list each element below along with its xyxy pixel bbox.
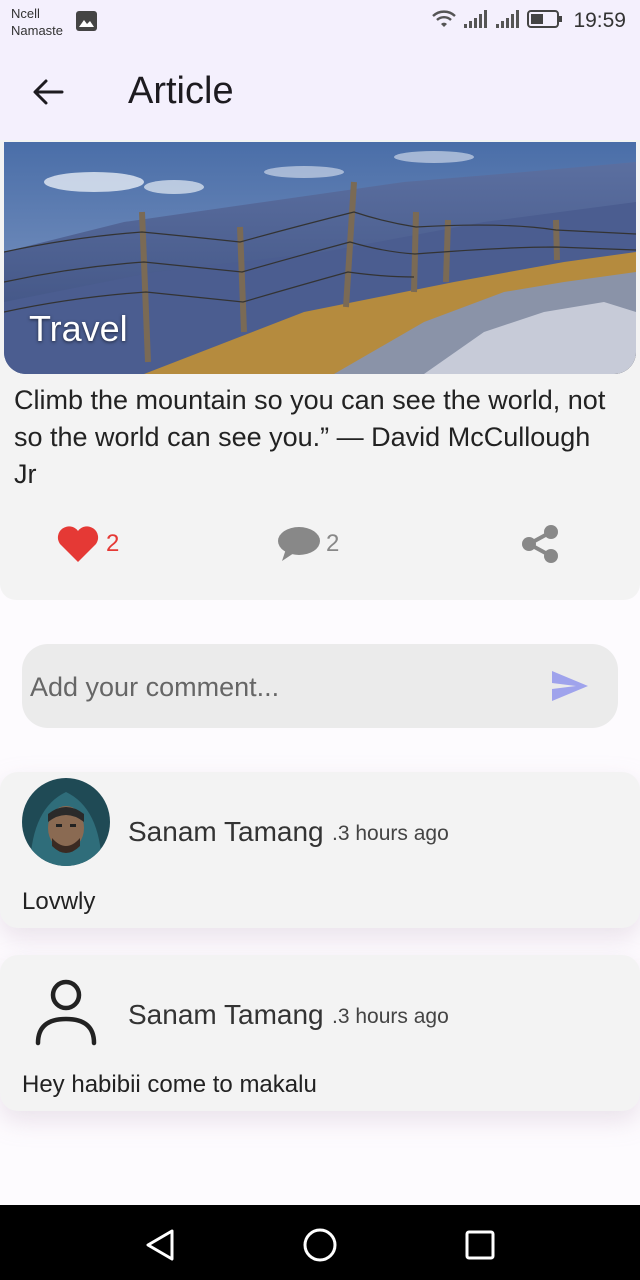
back-button[interactable] bbox=[22, 66, 74, 118]
nav-home-button[interactable] bbox=[300, 1225, 340, 1265]
comment-author: Sanam Tamang bbox=[128, 816, 324, 847]
category-label: Travel bbox=[29, 308, 128, 349]
signal-icon-2 bbox=[495, 9, 521, 34]
arrow-left-icon bbox=[33, 79, 64, 105]
comment-count-button[interactable]: 2 bbox=[276, 524, 339, 564]
like-count: 2 bbox=[106, 530, 120, 557]
comment-time: .3 hours ago bbox=[332, 822, 449, 845]
comment-count: 2 bbox=[326, 530, 340, 557]
carrier-name: Ncell bbox=[11, 6, 40, 21]
status-icons: 19:59 bbox=[431, 8, 626, 34]
page-title: Article bbox=[128, 70, 234, 112]
clock: 19:59 bbox=[573, 9, 626, 32]
carrier-network: Namaste bbox=[11, 23, 64, 38]
back-triangle-icon bbox=[146, 1229, 174, 1261]
share-icon bbox=[522, 525, 558, 563]
nav-back-button[interactable] bbox=[140, 1225, 180, 1265]
send-button[interactable] bbox=[548, 666, 592, 706]
comment-bubble-icon bbox=[278, 527, 320, 561]
avatar[interactable] bbox=[22, 778, 110, 866]
send-icon bbox=[552, 671, 588, 701]
nav-recents-button[interactable] bbox=[460, 1225, 500, 1265]
comment-box bbox=[22, 644, 618, 730]
comment-item: Sanam Tamang .3 hours ago Lovwly bbox=[0, 772, 640, 928]
like-button[interactable]: 2 bbox=[56, 524, 119, 564]
navigation-bar bbox=[0, 1205, 640, 1280]
comment-item: Sanam Tamang .3 hours ago Hey habibii co… bbox=[0, 955, 640, 1111]
carrier-info: Ncell Namaste bbox=[11, 5, 63, 39]
comment-input[interactable] bbox=[28, 644, 532, 730]
comment-time: .3 hours ago bbox=[332, 1005, 449, 1028]
comment-text: Hey habibii come to makalu bbox=[22, 1071, 317, 1098]
article-image[interactable]: Travel bbox=[4, 142, 636, 374]
comment-author: Sanam Tamang bbox=[128, 999, 324, 1030]
article-quote: Climb the mountain so you can see the wo… bbox=[14, 385, 606, 489]
article-card: Travel Climb the mountain so you can see… bbox=[0, 140, 640, 600]
signal-icon bbox=[463, 9, 489, 34]
wifi-icon bbox=[431, 9, 457, 34]
status-bar: Ncell Namaste 19:59 bbox=[0, 0, 640, 44]
battery-icon bbox=[527, 9, 563, 34]
recents-square-icon bbox=[465, 1230, 495, 1260]
home-circle-icon bbox=[303, 1228, 337, 1262]
person-outline-icon[interactable] bbox=[30, 975, 102, 1047]
app-bar: Article bbox=[0, 44, 640, 140]
gallery-icon bbox=[76, 11, 97, 36]
comment-text: Lovwly bbox=[22, 888, 96, 915]
heart-icon bbox=[57, 526, 99, 562]
share-button[interactable] bbox=[520, 524, 560, 564]
